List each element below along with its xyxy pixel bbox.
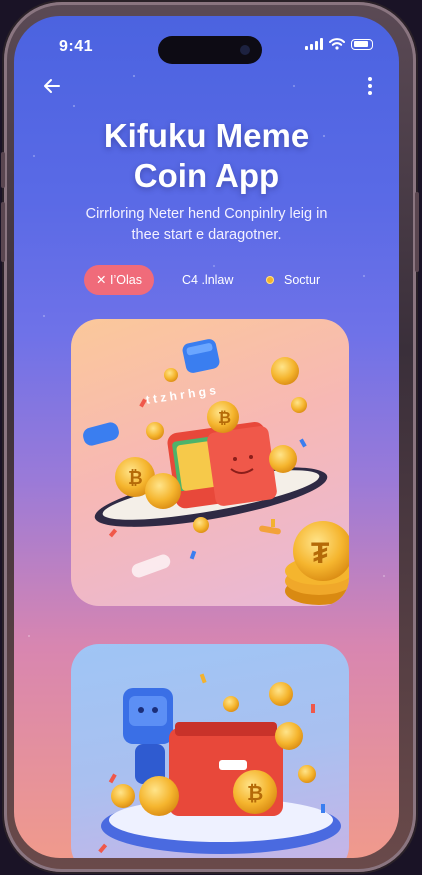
signal-icon [305,38,323,50]
title-line-2: Coin App [133,157,280,194]
dynamic-island [158,36,262,64]
page-title: Kifuku Meme Coin App [14,116,399,196]
chip-label: Soctur [284,273,321,287]
chip-olas[interactable]: ✕ I’Olas [84,265,154,295]
side-button [415,192,419,272]
svg-text:₮: ₮ [311,537,329,570]
svg-text:₿: ₿ [218,409,231,427]
chip-soctur[interactable]: Soctur [266,265,320,295]
coin-wallet-ufo-illustration: t t z h r h g s ₿ ₿ ₮ [83,339,349,605]
wifi-icon [329,38,345,50]
dot [368,84,372,88]
robot-wallet-coins-illustration: ₿ [98,673,341,854]
dot [368,77,372,81]
status-icons [305,38,373,50]
filter-chips: ✕ I’Olas C4 .lnlaw Soctur [14,265,399,295]
more-options-button[interactable] [363,74,377,98]
page-subtitle: Cirrloring Neter hend Conpinlry leig in … [54,204,359,246]
svg-text:₿: ₿ [247,783,263,805]
chip-label: ✕ I’Olas [96,273,142,287]
top-nav [14,72,399,104]
back-button[interactable] [40,74,64,98]
chip-lnlaw[interactable]: C4 .lnlaw [182,265,233,295]
dot [368,91,372,95]
subtitle-line-2: thee start e daragotner. [131,227,282,243]
subtitle-line-1: Cirrloring Neter hend Conpinlry leig in [85,206,328,222]
battery-icon [351,38,373,50]
status-bar: 9:41 [14,16,399,66]
chip-label: C4 .lnlaw [182,273,234,287]
illustration-card-1[interactable]: t t z h r h g s ₿ ₿ ₮ [71,319,349,606]
coin-icon [266,276,274,284]
status-time: 9:41 [59,38,94,55]
camera-icon [240,45,250,55]
app-screen: 9:41 Kifuku Meme Coin App Cirrloring Net… [14,16,399,858]
side-button [1,202,5,262]
arrow-left-icon [44,79,60,93]
title-line-1: Kifuku Meme [103,117,310,154]
svg-text:₿: ₿ [128,468,143,488]
side-button [1,152,5,188]
illustration-card-2[interactable]: ₿ [71,644,349,858]
arc-text: t t z h r h g s [145,383,217,407]
